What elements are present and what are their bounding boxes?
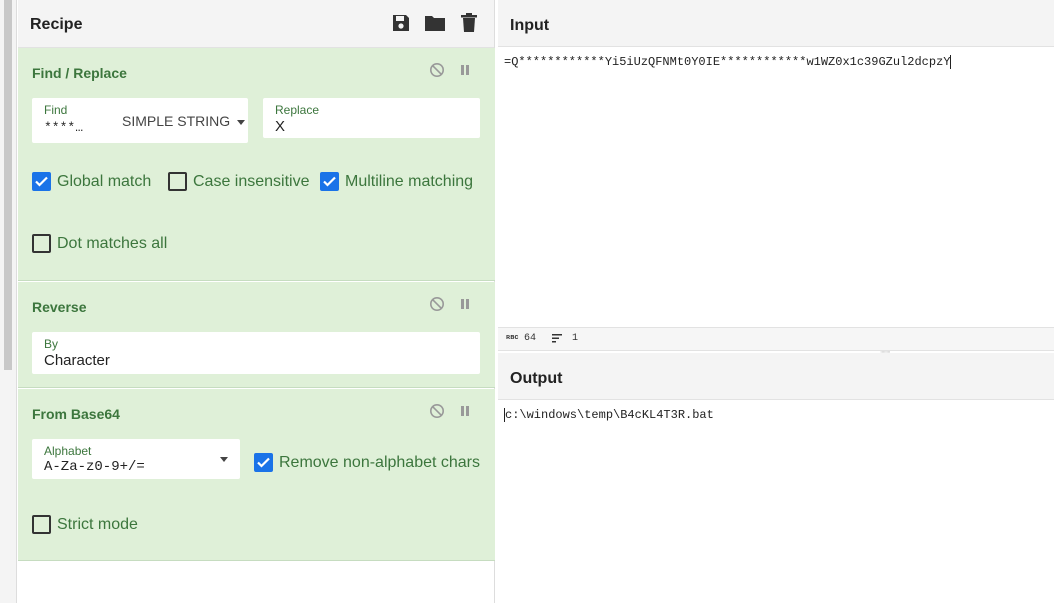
find-input[interactable]: ****… [44, 120, 83, 135]
input-textarea[interactable]: =Q************Yi5iUzQFNMt0Y0IE**********… [504, 55, 952, 69]
find-label: Find [44, 103, 68, 117]
pause-icon[interactable] [457, 62, 473, 78]
alphabet-value: A-Za-z0-9+/= [44, 459, 145, 475]
alphabet-label: Alphabet [44, 444, 92, 458]
replace-label: Replace [275, 103, 320, 117]
op-title: Reverse [32, 299, 87, 315]
checkbox-unchecked-icon [32, 515, 51, 534]
by-dropdown[interactable]: By Character [32, 332, 480, 374]
caret-down-icon [220, 457, 228, 462]
multiline-checkbox[interactable]: Multiline matching [320, 172, 473, 191]
op-find-replace: Find / Replace Find ****… SIMPLE STRING … [18, 48, 495, 281]
find-field[interactable]: Find ****… SIMPLE STRING [32, 98, 248, 143]
replace-input[interactable]: X [275, 118, 285, 135]
checkbox-unchecked-icon [168, 172, 187, 191]
length-icon: ʀʙᴄ [506, 334, 519, 342]
global-match-checkbox[interactable]: Global match [32, 172, 151, 191]
disable-icon[interactable] [429, 403, 445, 419]
pause-icon[interactable] [457, 296, 473, 312]
input-status-bar: ʀʙᴄ 64 1 [498, 327, 1054, 351]
input-length: 64 [524, 333, 537, 344]
by-value: Character [44, 352, 110, 369]
remove-non-alphabet-checkbox[interactable]: Remove non-alphabet chars [254, 453, 480, 472]
checkbox-checked-icon [320, 172, 339, 191]
input-title: Input [510, 17, 550, 34]
output-title: Output [510, 370, 563, 387]
replace-field[interactable]: Replace X [263, 98, 480, 138]
left-scroll-edge [0, 0, 17, 603]
input-header: Input [498, 0, 1054, 47]
alphabet-dropdown[interactable]: Alphabet A-Za-z0-9+/= [32, 439, 240, 479]
find-mode-dropdown[interactable]: SIMPLE STRING [122, 113, 246, 129]
output-header: Output [498, 353, 1054, 400]
input-lines: 1 [572, 333, 579, 344]
output-textarea[interactable]: c:\windows\temp\B4cKL4T3R.bat [504, 408, 714, 422]
caret-down-icon [237, 119, 246, 125]
op-from-base64: From Base64 Alphabet A-Za-z0-9+/= Remove… [18, 389, 495, 561]
scrollbar[interactable] [4, 0, 12, 370]
checkbox-checked-icon [254, 453, 273, 472]
checkbox-checked-icon [32, 172, 51, 191]
text-cursor [950, 55, 952, 69]
dot-matches-all-checkbox[interactable]: Dot matches all [32, 234, 167, 253]
recipe-title: Recipe [30, 16, 83, 33]
folder-icon[interactable] [424, 12, 446, 34]
case-insensitive-checkbox[interactable]: Case insensitive [168, 172, 310, 191]
save-icon[interactable] [390, 12, 412, 34]
lines-icon [552, 334, 562, 347]
disable-icon[interactable] [429, 296, 445, 312]
op-reverse: Reverse By Character [18, 282, 495, 388]
checkbox-unchecked-icon [32, 234, 51, 253]
strict-mode-checkbox[interactable]: Strict mode [32, 515, 138, 534]
trash-icon[interactable] [458, 12, 480, 34]
op-title: Find / Replace [32, 65, 127, 81]
pause-icon[interactable] [457, 403, 473, 419]
op-title: From Base64 [32, 406, 120, 422]
recipe-header: Recipe [18, 0, 494, 48]
disable-icon[interactable] [429, 62, 445, 78]
recipe-panel: Recipe Find / Replace Find ****… SIMPLE … [18, 0, 495, 603]
by-label: By [44, 337, 59, 351]
